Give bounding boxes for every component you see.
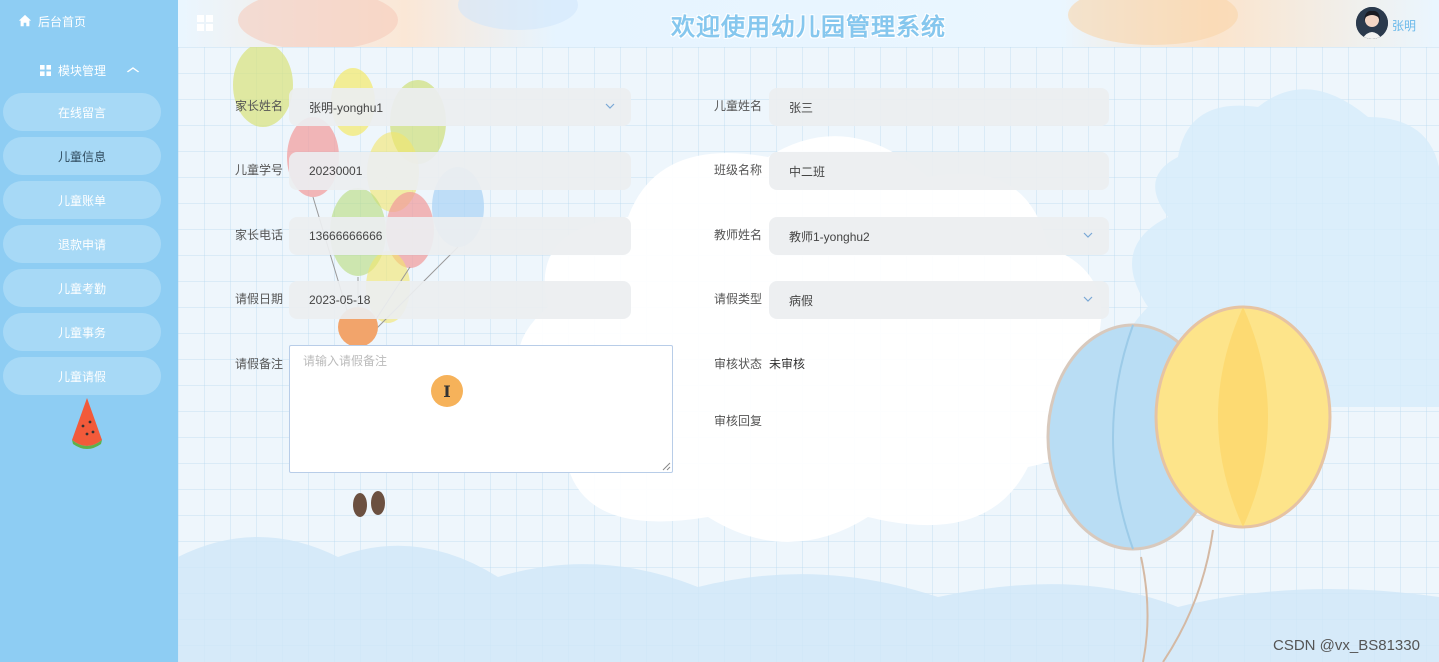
teacher-name-label: 教师姓名 (714, 228, 763, 242)
leave-type-value: 病假 (789, 293, 814, 308)
sidebar-item-online-message[interactable]: 在线留言 (3, 93, 161, 131)
home-label: 后台首页 (38, 14, 87, 29)
chevron-down-icon (605, 103, 615, 109)
grid-icon (39, 64, 51, 76)
teacher-name-select[interactable]: 教师1-yonghu2 (769, 217, 1109, 255)
watermark: CSDN @vx_BS81330 (1273, 637, 1420, 654)
teacher-name-value: 教师1-yonghu2 (789, 229, 870, 244)
watermelon-icon (72, 398, 102, 449)
sidebar-item-label: 儿童信息 (57, 149, 106, 164)
module-management-group[interactable]: 模块管理 (0, 58, 178, 82)
sidebar-item-refund-request[interactable]: 退款申请 (3, 225, 161, 263)
student-id-value: 20230001 (309, 164, 363, 178)
sidebar-item-label: 儿童请假 (57, 369, 106, 384)
sidebar-item-child-bill[interactable]: 儿童账单 (3, 181, 161, 219)
text-cursor-icon: I (431, 375, 463, 407)
sidebar-item-child-attendance[interactable]: 儿童考勤 (3, 269, 161, 307)
parent-phone-field[interactable]: 13666666666 (289, 217, 631, 255)
leave-note-label: 请假备注 (235, 357, 284, 371)
class-name-value: 中二班 (789, 164, 826, 179)
big-balloons-illustration (1046, 305, 1332, 662)
top-header: 欢迎使用幼儿园管理系统 张明 (178, 0, 1439, 47)
module-group-label: 模块管理 (57, 63, 106, 78)
child-name-value: 张三 (789, 100, 814, 115)
chevron-up-icon (126, 67, 140, 73)
parent-phone-value: 13666666666 (309, 229, 383, 243)
sidebar-item-label: 儿童账单 (57, 193, 106, 208)
review-reply-label: 审核回复 (714, 414, 763, 428)
leave-note-placeholder: 请输入请假备注 (303, 354, 388, 368)
chevron-down-icon (1083, 232, 1093, 238)
parent-name-label: 家长姓名 (235, 99, 284, 113)
leave-date-label: 请假日期 (235, 292, 284, 306)
sidebar-item-label: 儿童事务 (57, 325, 106, 340)
child-name-label: 儿童姓名 (714, 99, 763, 113)
review-status-label: 审核状态 (714, 357, 763, 371)
sidebar-item-label: 退款申请 (57, 237, 106, 252)
leave-date-value: 2023-05-18 (309, 293, 371, 307)
sidebar-item-child-leave[interactable]: 儿童请假 (3, 357, 161, 395)
leave-date-picker[interactable]: 2023-05-18 (289, 281, 631, 319)
child-name-field[interactable]: 张三 (769, 88, 1109, 126)
sidebar: 后台首页 模块管理 在线留言 儿童信息 儿童账单 退款申请 儿童考勤 儿童事务 … (0, 0, 178, 662)
parent-name-select[interactable]: 张明-yonghu1 (289, 88, 631, 126)
home-icon (18, 14, 32, 27)
sidebar-item-child-info[interactable]: 儿童信息 (3, 137, 161, 175)
leave-type-select[interactable]: 病假 (769, 281, 1109, 319)
sidebar-item-label: 儿童考勤 (57, 281, 106, 296)
sidebar-item-child-affairs[interactable]: 儿童事务 (3, 313, 161, 351)
leave-type-label: 请假类型 (714, 292, 763, 306)
home-link[interactable]: 后台首页 (0, 0, 178, 42)
avatar-image (1356, 7, 1388, 39)
avatar[interactable] (1356, 7, 1388, 39)
class-name-field[interactable]: 中二班 (769, 152, 1109, 190)
username[interactable]: 张明 (1392, 17, 1416, 34)
student-id-label: 儿童学号 (235, 163, 284, 177)
resize-handle-icon[interactable] (662, 462, 671, 471)
chevron-down-icon (1083, 296, 1093, 302)
parent-phone-label: 家长电话 (235, 228, 284, 242)
sidebar-item-label: 在线留言 (57, 105, 106, 120)
review-status-value: 未审核 (769, 357, 806, 371)
leave-note-textarea[interactable]: 请输入请假备注 (289, 345, 673, 473)
class-name-label: 班级名称 (714, 163, 763, 177)
parent-name-value: 张明-yonghu1 (309, 100, 384, 115)
student-id-field[interactable]: 20230001 (289, 152, 631, 190)
page-title: 欢迎使用幼儿园管理系统 (671, 14, 946, 41)
